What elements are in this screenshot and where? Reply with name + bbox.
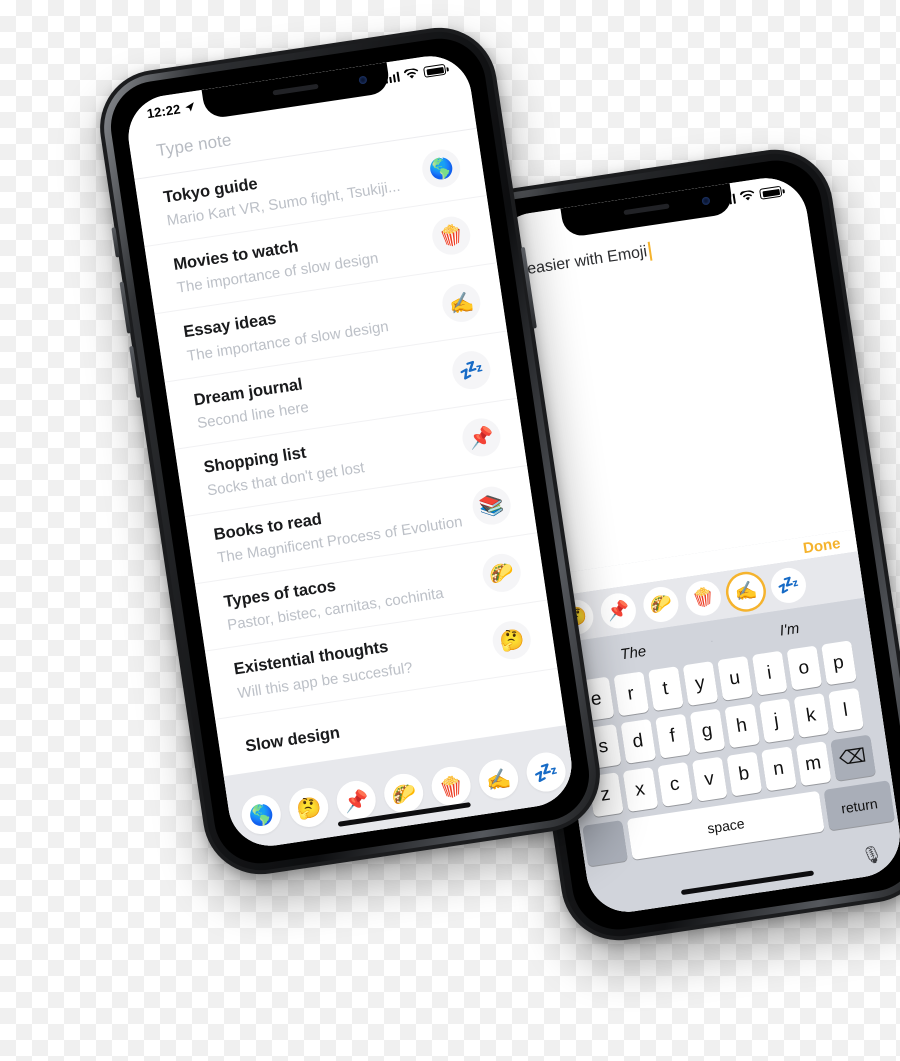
- earpiece-speaker: [623, 203, 670, 216]
- globe-emoji[interactable]: 🌎: [239, 792, 284, 837]
- writing-hand-emoji[interactable]: ✍️: [439, 281, 483, 325]
- key-v[interactable]: v: [691, 756, 728, 802]
- key-i[interactable]: i: [751, 650, 788, 696]
- battery-full-icon: [423, 63, 447, 78]
- earpiece-speaker: [272, 83, 320, 96]
- status-time: 12:22: [145, 101, 182, 122]
- front-phone-device: 12:22 Type note Tokyo guide Mario Kart V…: [92, 19, 608, 883]
- zzz-emoji[interactable]: 💤: [523, 749, 569, 795]
- thinking-face-emoji[interactable]: 🤔: [490, 618, 534, 662]
- front-camera: [701, 196, 711, 206]
- text-caret: [647, 241, 653, 261]
- key-l[interactable]: l: [827, 687, 864, 733]
- zzz-emoji[interactable]: 💤: [768, 565, 809, 606]
- key-n[interactable]: n: [760, 746, 797, 792]
- status-indicators: [384, 63, 447, 84]
- key-p[interactable]: p: [820, 640, 857, 686]
- key-o[interactable]: o: [785, 645, 822, 691]
- front-phone-bezel: 12:22 Type note Tokyo guide Mario Kart V…: [104, 32, 596, 870]
- key-r[interactable]: r: [612, 671, 649, 717]
- front-camera: [358, 75, 368, 85]
- key-b[interactable]: b: [726, 751, 762, 797]
- wifi-icon: [403, 68, 419, 79]
- battery-full-icon: [759, 185, 783, 200]
- thinking-face-emoji[interactable]: 🤔: [286, 785, 331, 830]
- taco-emoji[interactable]: 🌮: [641, 584, 681, 625]
- key-k[interactable]: k: [793, 693, 829, 739]
- key-f[interactable]: f: [654, 713, 691, 759]
- note-editor-text: t easier with Emoji: [517, 242, 649, 279]
- key-u[interactable]: u: [716, 655, 753, 701]
- key-d[interactable]: d: [620, 718, 656, 764]
- key-g[interactable]: g: [689, 708, 725, 754]
- popcorn-emoji[interactable]: 🍿: [429, 213, 473, 258]
- notes-list: Tokyo guide Mario Kart VR, Sumo fight, T…: [134, 128, 566, 777]
- backspace-icon[interactable]: ⌫: [829, 734, 876, 782]
- pushpin-emoji[interactable]: 📌: [459, 416, 504, 460]
- globe-emoji[interactable]: 🌎: [419, 146, 463, 190]
- books-emoji[interactable]: 📚: [469, 483, 514, 527]
- key-x[interactable]: x: [622, 767, 658, 813]
- popcorn-emoji[interactable]: 🍿: [683, 578, 724, 619]
- wifi-icon: [739, 190, 755, 201]
- key-m[interactable]: m: [795, 741, 831, 787]
- key-y[interactable]: y: [682, 661, 718, 707]
- writing-hand-emoji[interactable]: ✍️: [476, 756, 521, 802]
- numbers-key[interactable]: [582, 820, 628, 867]
- zzz-emoji[interactable]: 💤: [449, 348, 494, 392]
- keyboard-area: Done 🤔 📌 🌮 🍿 ✍️ 💤 The I'm: [541, 529, 900, 918]
- status-time-group: 12:22: [146, 99, 196, 121]
- front-phone-screen: 12:22 Type note Tokyo guide Mario Kart V…: [122, 50, 578, 852]
- key-t[interactable]: t: [647, 666, 684, 712]
- location-arrow-icon: [185, 102, 194, 112]
- key-c[interactable]: c: [656, 761, 693, 807]
- key-h[interactable]: h: [723, 703, 760, 749]
- notes-app: Type note Tokyo guide Mario Kart VR, Sum…: [122, 50, 578, 852]
- pushpin-emoji[interactable]: 📌: [598, 590, 639, 631]
- taco-emoji[interactable]: 🌮: [480, 551, 524, 595]
- key-j[interactable]: j: [758, 698, 795, 744]
- writing-hand-emoji-selected[interactable]: ✍️: [726, 571, 766, 612]
- return-key[interactable]: return: [823, 780, 895, 831]
- microphone-icon[interactable]: 🎙: [860, 844, 884, 867]
